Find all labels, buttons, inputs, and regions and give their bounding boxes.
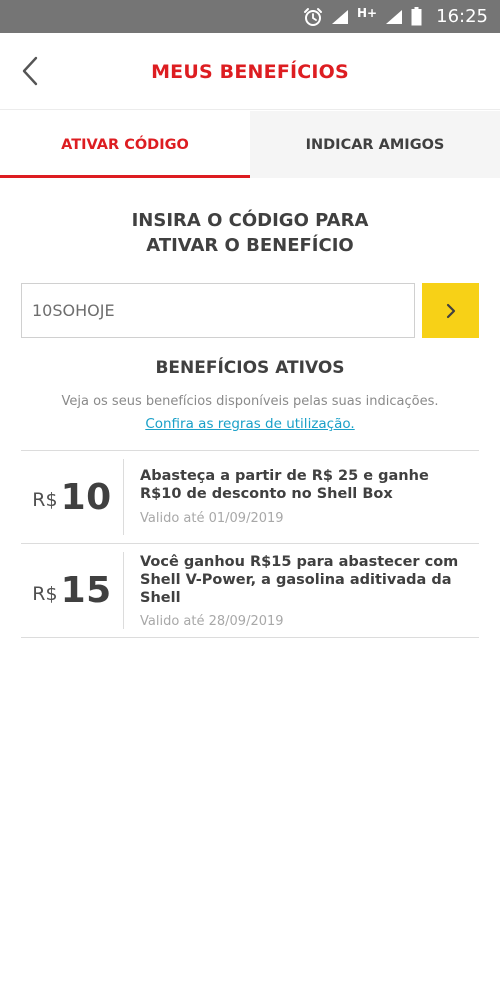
benefit-currency: R$: [32, 582, 58, 605]
rules-link[interactable]: Confira as regras de utilização.: [145, 416, 354, 432]
signal-icon: [386, 9, 403, 24]
benefit-list: R$ 10 Abasteça a partir de R$ 25 e ganhe…: [21, 450, 479, 638]
page-title: MEUS BENEFÍCIOS: [151, 61, 349, 83]
benefit-card[interactable]: R$ 15 Você ganhou R$15 para abastecer co…: [21, 544, 479, 638]
tab-bar: ATIVAR CÓDIGO INDICAR AMIGOS: [0, 111, 500, 178]
benefits-title: BENEFÍCIOS ATIVOS: [155, 358, 345, 378]
tab-activate-code[interactable]: ATIVAR CÓDIGO: [0, 111, 250, 178]
benefit-description: Você ganhou R$15 para abastecer com Shel…: [140, 554, 459, 606]
status-bar: H+ 16:25: [0, 0, 500, 33]
benefit-amount: R$ 10: [21, 451, 123, 543]
battery-icon: [411, 7, 422, 26]
benefits-description: Veja os seus benefícios disponíveis pela…: [61, 394, 439, 409]
submit-code-button[interactable]: [422, 283, 479, 338]
clock: 16:25: [436, 6, 488, 27]
divider: [123, 552, 124, 629]
divider: [123, 459, 124, 535]
benefit-amount: R$ 15: [21, 544, 123, 637]
benefit-description: Abasteça a partir de R$ 25 e ganhe R$10 …: [140, 468, 429, 502]
chevron-right-icon: [446, 303, 455, 318]
code-heading-line1: INSIRA O CÓDIGO PARA: [131, 210, 369, 231]
code-heading-line2: ATIVAR O BENEFÍCIO: [146, 235, 354, 256]
status-icons: H+ 16:25: [303, 0, 488, 33]
benefit-value: 10: [60, 476, 112, 518]
benefit-card[interactable]: R$ 10 Abasteça a partir de R$ 25 e ganhe…: [21, 451, 479, 544]
alarm-icon: [304, 7, 323, 26]
benefit-value: 15: [60, 570, 112, 611]
signal-icon: [332, 9, 349, 24]
tab-refer-friends[interactable]: INDICAR AMIGOS: [250, 111, 500, 178]
benefit-validity: Valido até 28/09/2019: [140, 614, 284, 629]
rules-link-container: Confira as regras de utilização.: [0, 416, 500, 432]
code-input[interactable]: [21, 283, 415, 338]
app-header: MEUS BENEFÍCIOS: [0, 33, 500, 110]
code-heading: INSIRA O CÓDIGO PARA ATIVAR O BENEFÍCIO: [0, 208, 500, 258]
benefit-currency: R$: [32, 489, 58, 511]
network-type: H+: [357, 5, 378, 20]
benefit-validity: Valido até 01/09/2019: [140, 511, 284, 526]
